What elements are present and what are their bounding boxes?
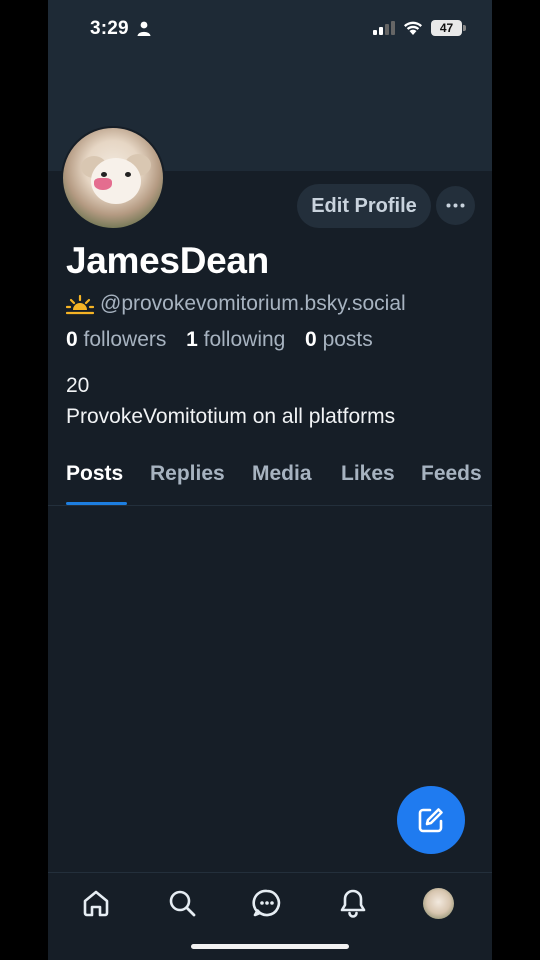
battery-level: 47	[439, 21, 454, 35]
bio-line: ProvokeVomitotium on all platforms	[66, 405, 396, 428]
following-stat[interactable]: 1 following	[186, 328, 285, 351]
profile-stats: 0 followers 1 following 0 posts	[66, 328, 373, 352]
home-indicator	[191, 944, 349, 949]
posts-stat: 0 posts	[305, 328, 373, 351]
profile-avatar[interactable]	[61, 126, 165, 230]
battery-tip	[463, 25, 466, 31]
more-options-button[interactable]	[436, 186, 475, 225]
tab-media[interactable]: Media	[252, 462, 312, 486]
status-bar: 3:29 47	[48, 0, 492, 60]
nav-profile-avatar[interactable]	[423, 888, 454, 919]
tab-posts[interactable]: Posts	[66, 462, 123, 486]
home-icon[interactable]	[81, 888, 111, 918]
chat-icon[interactable]	[252, 888, 282, 918]
profile-tabs: Posts Replies Media Likes Feeds	[48, 456, 492, 506]
bio-line: 20	[66, 374, 90, 397]
followers-stat[interactable]: 0 followers	[66, 328, 166, 351]
tab-likes[interactable]: Likes	[341, 462, 395, 486]
battery-icon: 47	[431, 20, 462, 36]
more-icon	[446, 203, 465, 208]
profile-handle[interactable]: @provokevomitorium.bsky.social	[100, 292, 406, 316]
handle-row: @provokevomitorium.bsky.social	[66, 290, 406, 318]
active-tab-indicator	[66, 502, 127, 505]
person-icon	[137, 21, 151, 36]
bell-icon[interactable]	[338, 888, 368, 918]
wifi-icon	[404, 21, 422, 35]
profile-bio: 20 ProvokeVomitotium on all platforms	[66, 370, 395, 432]
compose-icon	[418, 808, 443, 833]
tab-feeds[interactable]: Feeds	[421, 462, 482, 486]
sun-icon	[66, 294, 94, 315]
tab-replies[interactable]: Replies	[150, 462, 225, 486]
signal-icon	[373, 21, 395, 35]
profile-screen: 3:29 47 Edit Profile JamesDean @provokev…	[48, 0, 492, 960]
display-name: JamesDean	[66, 240, 269, 281]
search-icon[interactable]	[167, 888, 197, 918]
edit-profile-button[interactable]: Edit Profile	[297, 184, 431, 228]
compose-button[interactable]	[397, 786, 465, 854]
status-time: 3:29	[90, 18, 129, 39]
